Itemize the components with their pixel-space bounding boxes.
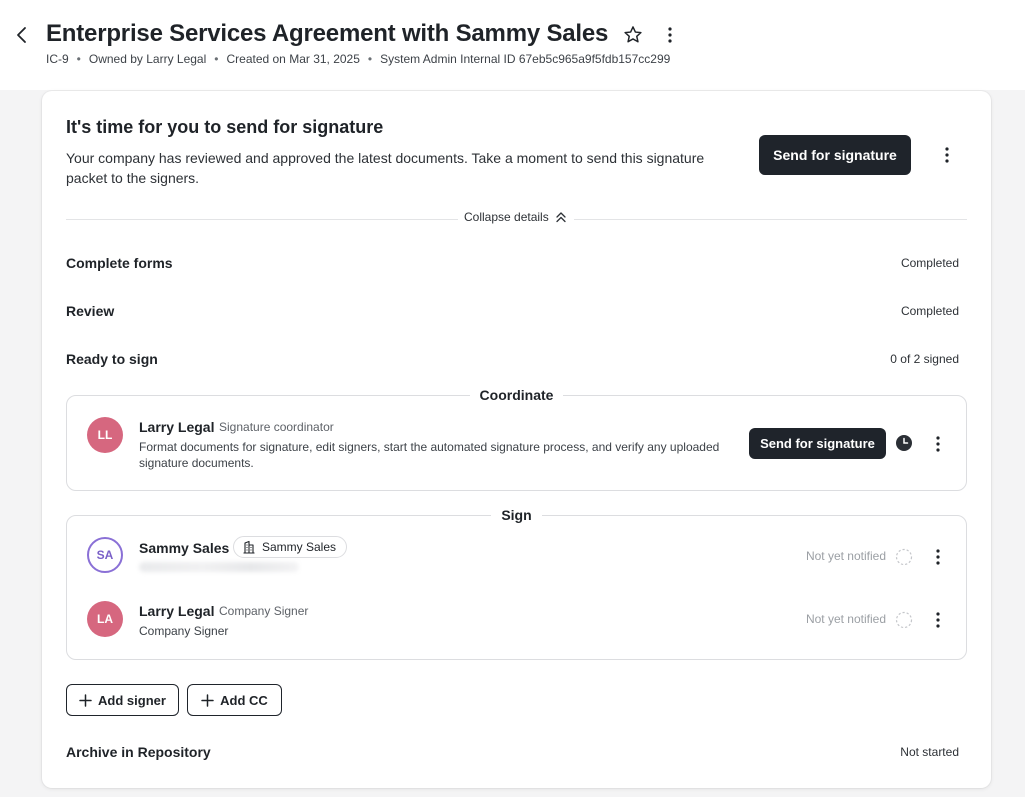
coordinator-role: Signature coordinator [219, 420, 334, 434]
chevron-left-icon[interactable] [12, 24, 32, 46]
signer-name: Larry Legal [139, 603, 215, 619]
meta-separator: • [76, 52, 81, 66]
organization-chip: Sammy Sales [233, 536, 348, 558]
step-complete-forms-label: Complete forms [66, 255, 173, 271]
plus-icon [201, 693, 214, 707]
collapse-details-label: Collapse details [464, 210, 549, 224]
signer-subtitle: Company Signer [139, 624, 229, 638]
document-owner: Owned by Larry Legal [88, 52, 207, 66]
more-options-icon[interactable] [928, 610, 948, 630]
coordinate-group: Coordinate LL Larry Legal Signature coor… [66, 387, 967, 491]
collapse-details-toggle[interactable]: Collapse details [458, 210, 574, 224]
step-review-label: Review [66, 303, 115, 319]
coordinator-name: Larry Legal [139, 419, 215, 435]
document-created: Created on Mar 31, 2025 [226, 52, 360, 66]
document-internal-id: System Admin Internal ID 67eb5c965a9f5fd… [380, 52, 671, 66]
document-id: IC-9 [46, 52, 69, 66]
step-ready-to-sign-status: 0 of 2 signed [890, 352, 959, 366]
star-icon[interactable] [622, 24, 644, 46]
more-options-icon[interactable] [937, 145, 957, 165]
pending-status-icon [895, 611, 913, 629]
page-title: Enterprise Services Agreement with Sammy… [46, 20, 609, 47]
meta-separator: • [367, 52, 373, 66]
signer-email-redacted [139, 562, 299, 572]
signer-status: Not yet notified [805, 549, 886, 563]
add-signer-label: Add signer [98, 692, 166, 708]
meta-separator: • [214, 52, 219, 66]
coordinate-title-text: Coordinate [469, 387, 564, 403]
add-cc-label: Add CC [220, 692, 268, 708]
building-icon [243, 540, 255, 554]
coordinator-send-for-signature-button[interactable]: Send for signature [749, 428, 886, 459]
avatar: LA [87, 601, 123, 637]
document-meta: IC-9 • Owned by Larry Legal • Created on… [46, 52, 670, 66]
organization-chip-label: Sammy Sales [262, 540, 337, 554]
coordinate-group-title: Coordinate [67, 387, 966, 405]
avatar: SA [87, 537, 123, 573]
send-for-signature-button[interactable]: Send for signature [759, 135, 911, 175]
add-signer-button[interactable]: Add signer [66, 684, 179, 716]
more-options-icon[interactable] [928, 434, 948, 454]
avatar: LL [87, 417, 123, 453]
coordinator-description: Format documents for signature, edit sig… [139, 440, 720, 470]
pending-status-icon [895, 548, 913, 566]
plus-icon [79, 693, 92, 707]
hero-description: Your company has reviewed and approved t… [66, 150, 705, 186]
signer-role: Company Signer [219, 604, 309, 618]
page-header: Enterprise Services Agreement with Sammy… [0, 0, 1025, 90]
signer-status: Not yet notified [805, 612, 886, 626]
hero-title: It's time for you to send for signature [66, 117, 384, 137]
add-cc-button[interactable]: Add CC [187, 684, 282, 716]
step-archive-label: Archive in Repository [66, 744, 211, 760]
sign-group-title: Sign [67, 507, 966, 525]
step-complete-forms-status: Completed [900, 256, 959, 270]
more-options-icon[interactable] [928, 547, 948, 567]
sign-title-text: Sign [491, 507, 542, 523]
step-review-status: Completed [900, 304, 959, 318]
sign-group: Sign SA Sammy Sales Sammy Sales Not yet … [66, 507, 967, 660]
step-ready-to-sign-label: Ready to sign [66, 351, 158, 367]
signature-card: It's time for you to send for signature … [42, 91, 991, 788]
step-archive-status: Not started [900, 745, 959, 759]
chevrons-up-icon [556, 212, 566, 223]
more-options-icon[interactable] [660, 25, 680, 45]
clock-icon [896, 435, 912, 451]
signer-name: Sammy Sales [139, 540, 230, 556]
